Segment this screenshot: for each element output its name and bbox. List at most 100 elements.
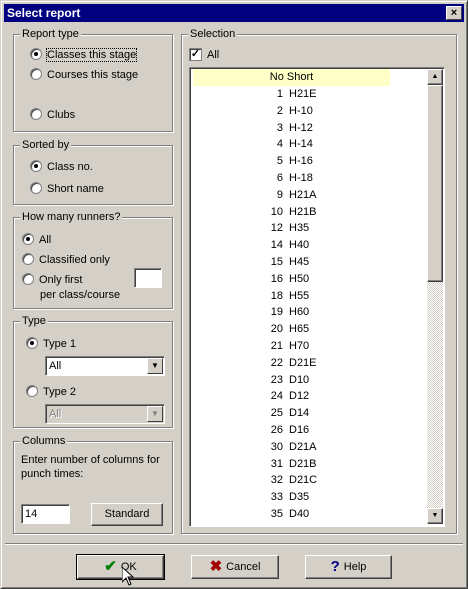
select-all-checkbox[interactable]: ✓ All	[189, 47, 220, 62]
list-item[interactable]: 2 H-10	[193, 103, 390, 120]
type-2-select[interactable]: All ▼	[45, 404, 165, 424]
list-item-number: 4	[276, 138, 283, 151]
list-item-number: 9	[276, 188, 283, 201]
list-item-number: 6	[276, 172, 283, 184]
list-header-row[interactable]: No Short	[193, 69, 390, 86]
list-item[interactable]: 3 H-12	[193, 120, 390, 137]
list-item[interactable]: 19 H60	[193, 304, 390, 321]
list-item-number: 15	[270, 256, 283, 268]
scroll-up-icon[interactable]: ▲	[427, 69, 443, 85]
title-bar: Select report ×	[4, 4, 464, 22]
cancel-label: Cancel	[226, 561, 261, 573]
list-item-class: D12	[289, 390, 310, 403]
radio-circle	[30, 48, 42, 61]
radio-clubs[interactable]: Clubs	[30, 108, 75, 122]
list-item[interactable]: 22 D21E	[193, 355, 390, 372]
radio-label: Clubs	[47, 109, 76, 121]
only-first-count-input[interactable]	[134, 268, 162, 288]
report-type-title: Report type	[20, 27, 81, 41]
ok-button[interactable]: ✔ OK	[76, 554, 165, 580]
list-item[interactable]: 14 H40	[193, 237, 390, 254]
list-item-number: 19	[270, 306, 283, 319]
type-1-value: All	[49, 360, 62, 372]
list-item-class: H70	[289, 340, 310, 352]
radio-classified-only[interactable]: Classified only	[22, 253, 110, 267]
list-item-number: 35	[270, 508, 283, 520]
list-item-number: 22	[270, 356, 283, 369]
sorted-by-group: Sorted by Class no. Short name	[13, 138, 173, 205]
radio-circle	[30, 182, 42, 195]
radio-short-name[interactable]: Short name	[30, 182, 104, 196]
list-item-number: 20	[270, 323, 283, 336]
radio-type-1[interactable]: Type 1	[26, 337, 76, 351]
list-item-class: H-14	[289, 138, 313, 151]
list-item-class: H21B	[289, 205, 317, 218]
list-item[interactable]: 10 H21B	[193, 204, 390, 221]
radio-class-no[interactable]: Class no.	[30, 160, 93, 174]
list-item[interactable]: 32 D21C	[193, 472, 390, 489]
list-item[interactable]: 20 H65	[193, 321, 390, 338]
list-item-class: H21E	[289, 88, 317, 100]
checkbox-box: ✓	[189, 47, 202, 61]
radio-courses-this-stage[interactable]: Courses this stage	[30, 68, 138, 82]
list-item-class: D40	[289, 508, 310, 520]
list-item[interactable]: 35 D40	[193, 506, 390, 523]
list-item[interactable]: 12 H35	[193, 220, 390, 237]
standard-button[interactable]: Standard	[91, 503, 163, 526]
list-item-number: 32	[270, 474, 283, 487]
list-item-class: H-10	[289, 104, 313, 117]
selection-title: Selection	[188, 27, 238, 41]
list-item[interactable]: 6 H-18	[193, 170, 390, 187]
list-item-class: H-16	[289, 155, 313, 168]
list-item-class: H21A	[289, 188, 317, 201]
radio-circle	[30, 108, 42, 121]
list-item-class: D21E	[289, 356, 317, 369]
radio-type-2[interactable]: Type 2	[26, 385, 76, 399]
type-title: Type	[20, 314, 48, 328]
mouse-cursor-icon	[122, 567, 134, 586]
close-button[interactable]: ×	[446, 6, 462, 20]
radio-all-runners[interactable]: All	[22, 233, 51, 247]
list-item[interactable]: 4 H-14	[193, 136, 390, 153]
list-item-class: H65	[289, 323, 310, 336]
list-item[interactable]: 15 H45	[193, 254, 390, 271]
list-item[interactable]: 5 H-16	[193, 153, 390, 170]
list-item-class: D50	[289, 523, 309, 526]
radio-classes-this-stage[interactable]: Classes this stage	[30, 48, 138, 62]
list-item[interactable]: 30 D21A	[193, 439, 390, 456]
list-item[interactable]: 21 H70	[193, 338, 390, 355]
list-item[interactable]: 31 D21B	[193, 456, 390, 473]
list-item-class: D35	[289, 491, 310, 504]
list-item[interactable]: 9 H21A	[193, 187, 390, 204]
scroll-thumb[interactable]	[427, 85, 443, 282]
list-item[interactable]: 1 H21E	[193, 86, 390, 103]
list-item-class: H40	[289, 239, 310, 252]
radio-label: Class no.	[47, 161, 93, 173]
list-item[interactable]: 16 H50	[193, 271, 390, 288]
list-item[interactable]: 18 H55	[193, 288, 390, 305]
list-item[interactable]: 24 D12	[193, 388, 390, 405]
list-item[interactable]: 23 D10	[193, 372, 390, 389]
vertical-scrollbar[interactable]: ▲ ▼	[427, 69, 443, 524]
list-item[interactable]: 25 D14	[193, 405, 390, 422]
radio-label: All	[39, 234, 52, 246]
sorted-by-title: Sorted by	[20, 138, 72, 152]
radio-label: Type 1	[43, 338, 77, 350]
scroll-down-icon[interactable]: ▼	[427, 508, 443, 524]
chevron-down-icon[interactable]: ▼	[147, 406, 163, 422]
radio-only-first[interactable]: Only first	[22, 273, 82, 287]
columns-count-input[interactable]: 14	[21, 504, 70, 524]
cancel-button[interactable]: ✖ Cancel	[191, 555, 279, 579]
list-item[interactable]: 26 D16	[193, 422, 390, 439]
list-item[interactable]: 33 D35	[193, 489, 390, 506]
type-1-select[interactable]: All ▼	[45, 356, 165, 376]
list-item-number: 14	[270, 239, 283, 252]
class-listbox[interactable]: No Short 1 H21E 2 H-10 3 H-12 4 H-14 5 H-16 6 H-18 9…	[189, 67, 445, 527]
list-item-number: 12	[270, 222, 283, 235]
list-item[interactable]: 37 D50	[193, 523, 390, 526]
help-button[interactable]: ? Help	[305, 555, 392, 579]
radio-label: Only first	[39, 274, 83, 286]
window-title: Select report	[7, 6, 81, 20]
select-all-label: All	[207, 49, 220, 61]
chevron-down-icon[interactable]: ▼	[147, 358, 163, 374]
